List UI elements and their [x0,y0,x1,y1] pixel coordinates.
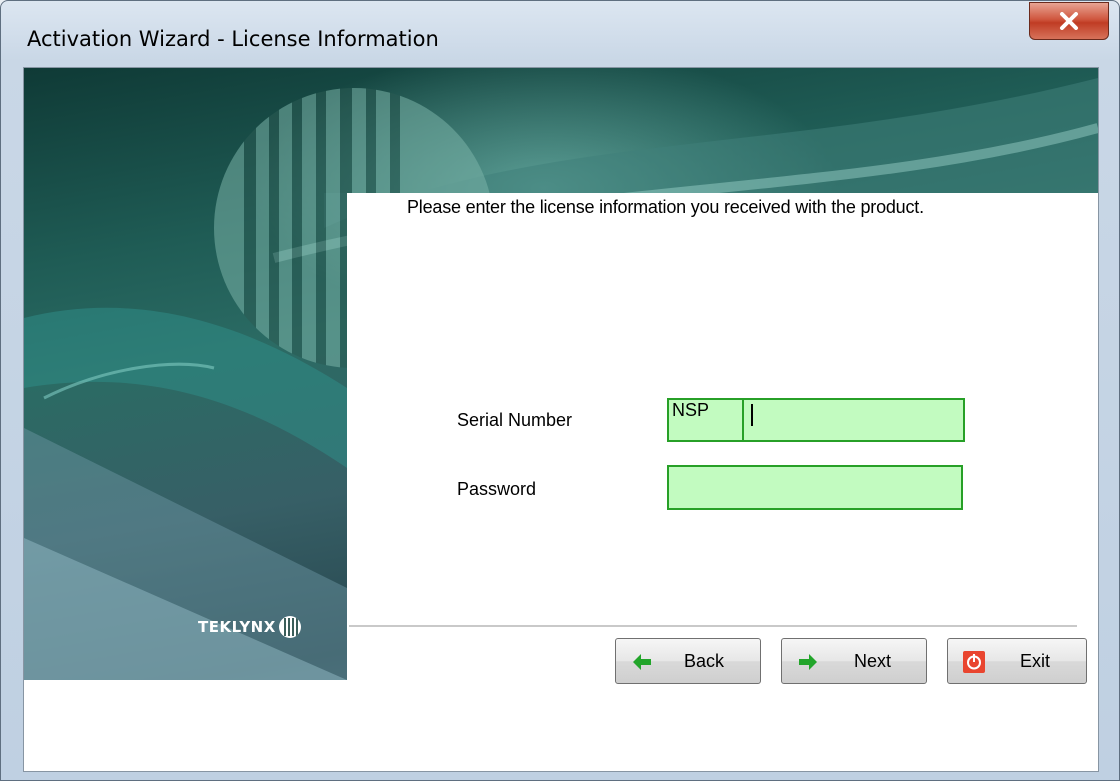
next-button-label: Next [854,651,892,671]
activation-wizard-window: Activation Wizard - License Information [0,0,1120,781]
title-bar[interactable]: Activation Wizard - License Information [1,1,1119,71]
serial-prefix: NSP [672,400,710,420]
arrow-right-icon [799,654,817,670]
instruction-text: Please enter the license information you… [407,197,924,217]
back-button[interactable]: Back [615,638,761,684]
back-button-label: Back [684,651,725,671]
serial-segment-divider [742,400,744,440]
close-button[interactable] [1029,2,1109,40]
teklynx-logo-icon [278,616,301,638]
serial-number-field[interactable]: NSP [667,398,965,442]
window-title: Activation Wizard - License Information [27,27,439,51]
teklynx-logo: TEKLYNX [198,616,301,638]
brand-name: TEKLYNX [198,618,276,636]
bottom-left-strip [24,680,347,771]
close-icon [1060,12,1078,30]
serial-number-label: Serial Number [457,410,573,430]
password-label: Password [457,479,537,499]
text-caret [751,404,753,426]
next-button[interactable]: Next [781,638,927,684]
password-field[interactable] [667,465,963,510]
exit-button-label: Exit [1020,651,1051,671]
button-separator [349,625,1077,628]
power-icon [963,651,985,673]
arrow-left-icon [633,654,651,670]
exit-button[interactable]: Exit [947,638,1087,684]
